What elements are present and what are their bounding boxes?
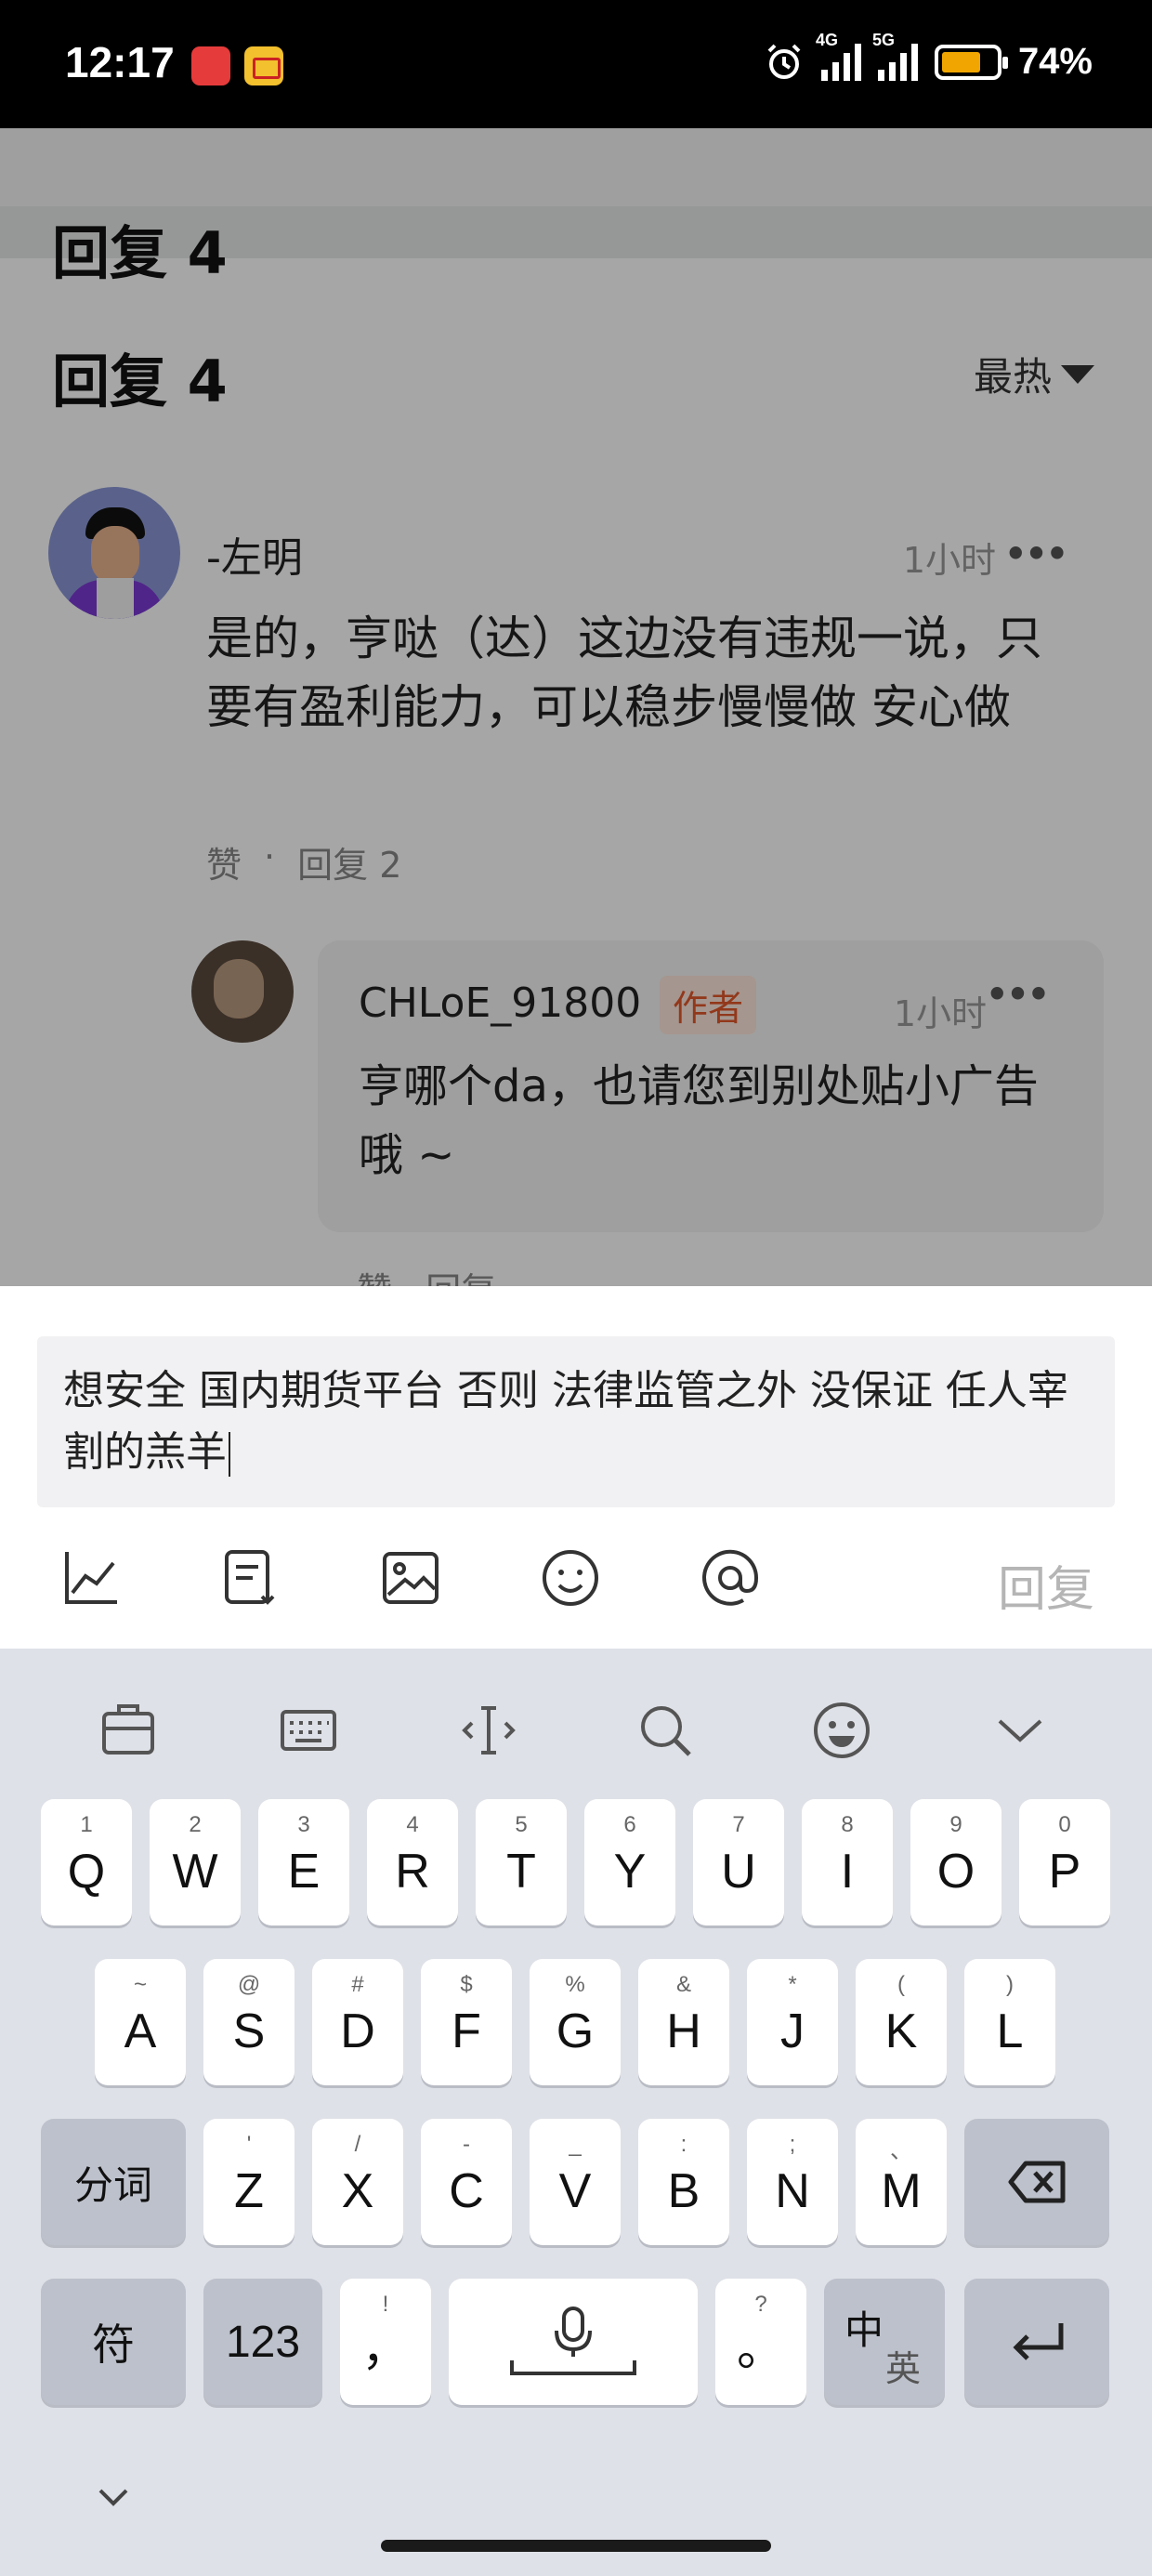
reply-input[interactable]: 想安全 国内期货平台 否则 法律监管之外 没保证 任人宰割的羔羊 [37, 1336, 1115, 1507]
battery-icon [934, 44, 1008, 80]
backspace-key[interactable] [964, 2119, 1109, 2245]
key-n[interactable]: ; N [747, 2119, 838, 2245]
note-icon[interactable] [217, 1544, 284, 1611]
key-i[interactable]: 8I [802, 1799, 893, 1925]
key-b[interactable]: :B [638, 2119, 729, 2245]
key-u[interactable]: 7U [693, 1799, 784, 1925]
emoji-icon[interactable] [808, 1697, 875, 1764]
status-bar: 12:17 4G 5G 74% [0, 0, 1152, 128]
period-key[interactable]: ?。 [715, 2279, 806, 2405]
enter-icon [1013, 2323, 1064, 2360]
mail-app-icon [244, 46, 283, 85]
language-switch-key[interactable]: 中 英 [824, 2279, 945, 2405]
reply-composer: 想安全 国内期货平台 否则 法律监管之外 没保证 任人宰割的羔羊 回复 [0, 1286, 1152, 1649]
news-app-icon [191, 46, 230, 85]
key-p[interactable]: 0P [1019, 1799, 1110, 1925]
signal-4g-icon: 4G [816, 31, 861, 81]
symbol-key[interactable]: 符 [41, 2279, 186, 2405]
soft-keyboard: 1Q 2W 3E 4R 5T 6Y 7U 8I 9O 0P ~ A @ S # D $… [0, 1649, 1152, 2576]
chevron-down-icon[interactable] [987, 1697, 1054, 1764]
key-m[interactable]: 、 M [856, 2119, 947, 2245]
emoji-icon[interactable] [537, 1544, 604, 1611]
key-e[interactable]: 3E [258, 1799, 349, 1925]
key-y[interactable]: 6Y [584, 1799, 675, 1925]
key-q[interactable]: 1Q [41, 1799, 132, 1925]
key-r[interactable]: 4R [367, 1799, 458, 1925]
key-a[interactable]: ~ A [95, 1959, 186, 2085]
key-v[interactable]: _ V [530, 2119, 621, 2245]
clipboard-icon[interactable] [95, 1697, 162, 1764]
search-icon[interactable] [632, 1697, 699, 1764]
cursor-icon[interactable] [455, 1697, 522, 1764]
space-key[interactable] [449, 2279, 698, 2405]
key-h[interactable]: & H [638, 1959, 729, 2085]
key-o[interactable]: 9O [910, 1799, 1001, 1925]
key-t[interactable]: 5T [476, 1799, 567, 1925]
key-g[interactable]: % G [530, 1959, 621, 2085]
at-icon[interactable] [697, 1544, 764, 1611]
battery-percent: 74% [1017, 41, 1093, 82]
home-indicator[interactable] [381, 2540, 771, 2552]
key-c[interactable]: -C [421, 2119, 512, 2245]
microphone-icon [510, 2307, 636, 2375]
key-d[interactable]: # D [312, 1959, 403, 2085]
status-indicators: 4G 5G 74% [764, 31, 1093, 83]
comma-key[interactable]: !， [340, 2279, 431, 2405]
keyboard-icon[interactable] [275, 1697, 342, 1764]
segment-key[interactable]: 分词 [41, 2119, 186, 2245]
key-f[interactable]: $ F [421, 1959, 512, 2085]
image-icon[interactable] [377, 1544, 444, 1611]
key-x[interactable]: / X [312, 2119, 403, 2245]
key-j[interactable]: * J [747, 1959, 838, 2085]
key-w[interactable]: 2W [150, 1799, 241, 1925]
dim-overlay[interactable] [0, 128, 1152, 1286]
key-l[interactable]: ) L [964, 1959, 1055, 2085]
reply-submit-button[interactable]: 回复 [998, 1550, 1094, 1620]
status-time: 12:17 [65, 38, 175, 86]
backspace-icon [1008, 2161, 1066, 2203]
key-k[interactable]: (K [856, 1959, 947, 2085]
key-s[interactable]: @ S [203, 1959, 295, 2085]
key-z[interactable]: ' Z [203, 2119, 295, 2245]
alarm-icon [767, 44, 801, 79]
chart-icon[interactable] [58, 1544, 124, 1611]
enter-key[interactable] [964, 2279, 1109, 2405]
number-key[interactable]: 123 [203, 2279, 322, 2405]
signal-5g-icon: 5G [872, 31, 918, 81]
hide-keyboard-icon[interactable] [97, 2487, 130, 2509]
